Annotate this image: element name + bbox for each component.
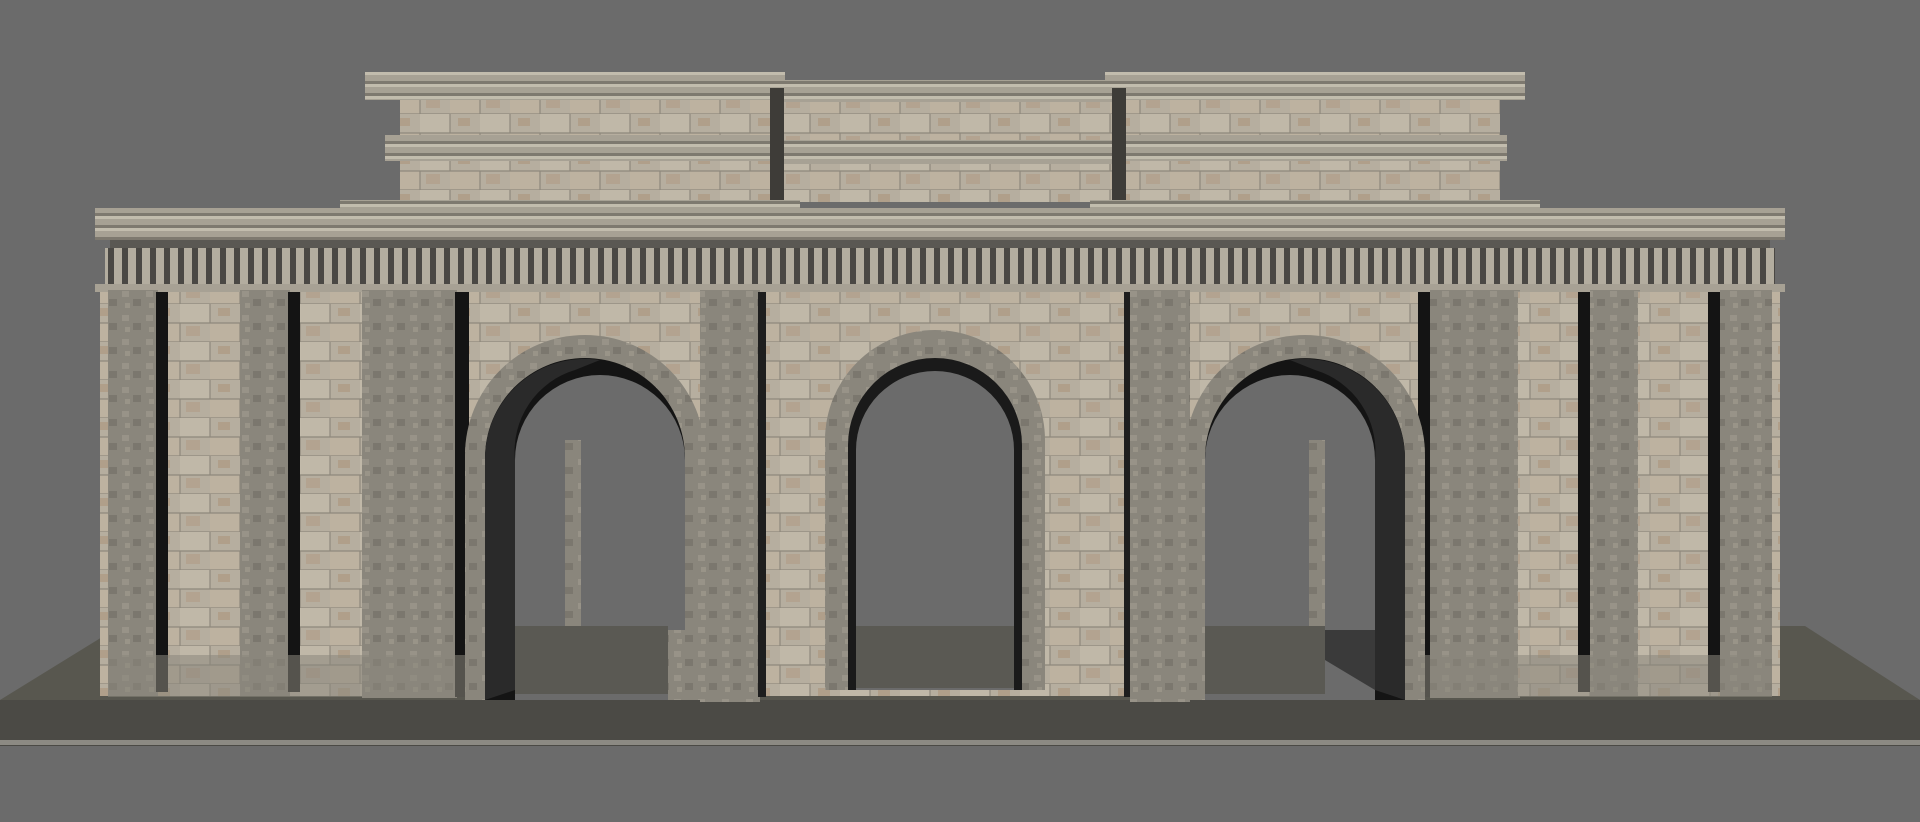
center-arch (825, 330, 1045, 690)
scene-canvas (0, 0, 1920, 822)
right-arch (1185, 335, 1425, 700)
left-wing (108, 290, 469, 698)
attic-storey (365, 72, 1525, 203)
left-arch (465, 335, 705, 700)
entablature (95, 200, 1785, 292)
dentil-band (105, 248, 1775, 284)
right-wing (1418, 290, 1772, 698)
